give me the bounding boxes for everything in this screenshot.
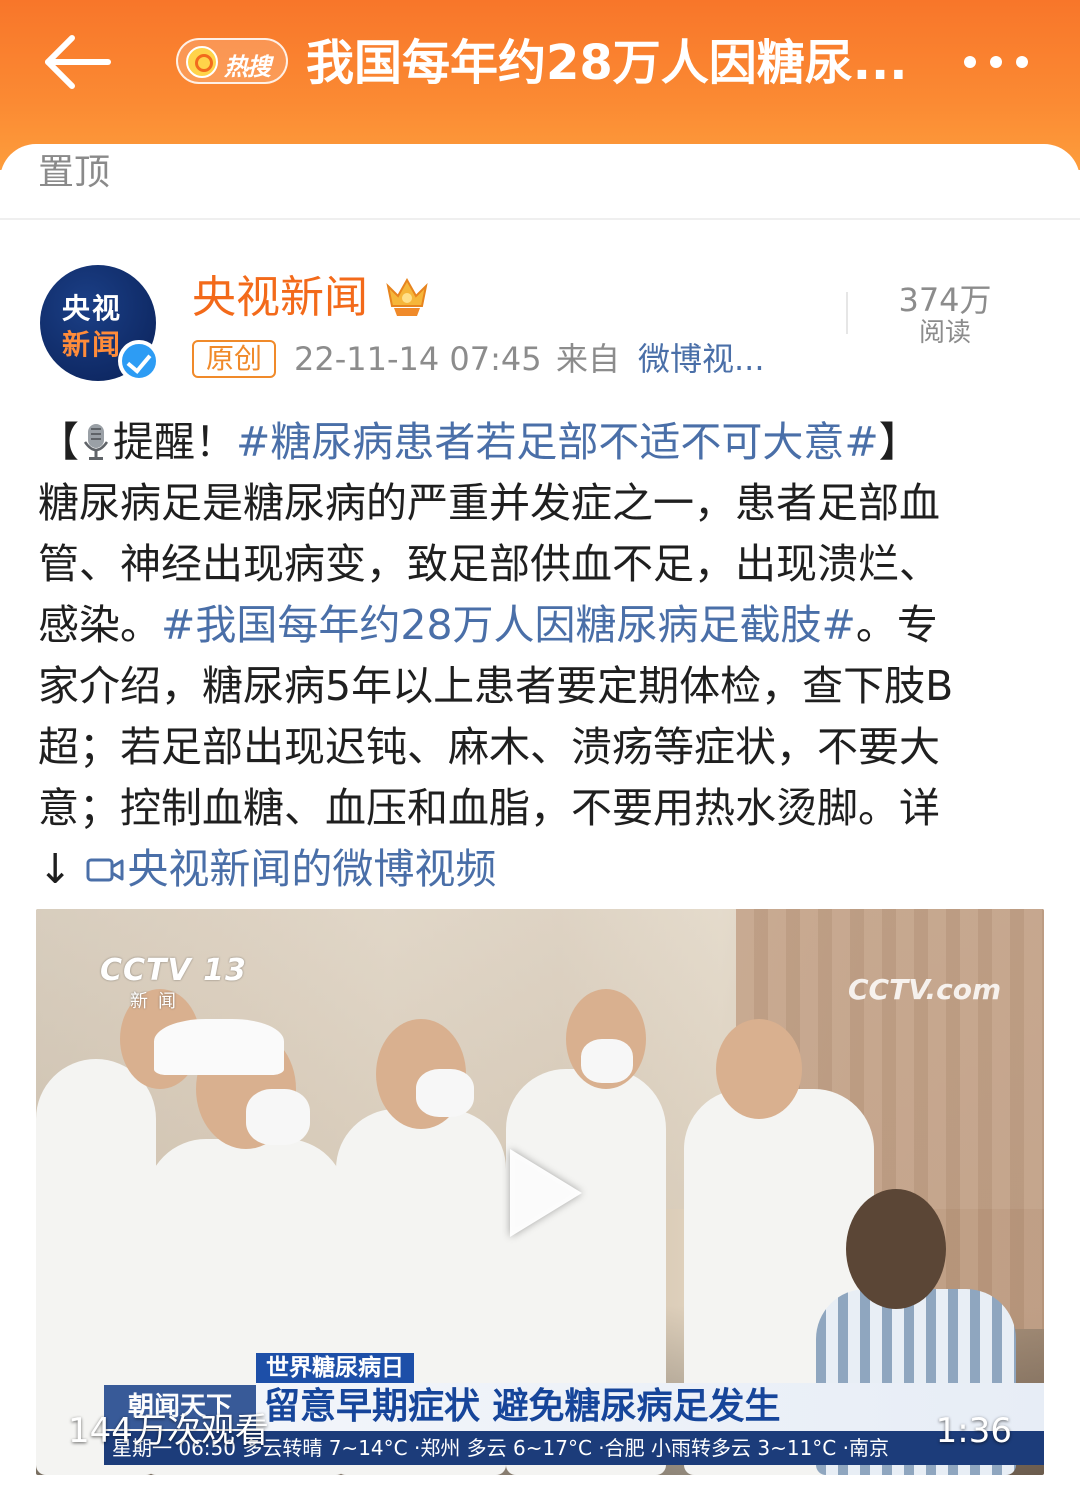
arrow-left-icon <box>45 35 111 89</box>
play-icon[interactable] <box>510 1149 582 1237</box>
down-arrow: ↓ <box>38 845 73 893</box>
verified-icon <box>118 340 160 382</box>
topic-link[interactable]: #我国每年约28万人因糖尿病足截肢# <box>161 601 856 649</box>
channel-name: 新闻 <box>130 991 186 1012</box>
post-line: 管、神经出现病变，致足部供血不足，出现溃烂、 <box>38 540 940 588</box>
post-text: 提醒！ <box>113 418 236 466</box>
original-tag: 原创 <box>192 340 276 378</box>
video-frame <box>416 1069 474 1117</box>
video-frame <box>154 1019 284 1075</box>
post-line: 意；控制血糖、血压和血脂，不要用热水烫脚。详 <box>38 784 940 832</box>
video-frame <box>846 1189 946 1309</box>
news-headline: 留意早期症状 避免糖尿病足发生 <box>264 1386 781 1427</box>
post-line: 糖尿病足是糖尿病的严重并发症之一，患者足部血 <box>38 479 940 527</box>
post-line: ↓ 央视新闻的微博视频 <box>38 839 1048 900</box>
video-frame <box>716 1019 802 1119</box>
hot-search-badge[interactable]: 热搜 <box>176 38 288 84</box>
topic-link[interactable]: #糖尿病患者若足部不适不可大意# <box>236 418 879 466</box>
dot-icon <box>990 56 1002 68</box>
pinned-section: 置顶 <box>0 144 1080 220</box>
dot-icon <box>964 56 976 68</box>
back-button[interactable] <box>38 30 118 94</box>
post-line: 超；若足部出现迟钝、麻木、溃疡等症状，不要大 <box>38 723 940 771</box>
bracket: 】 <box>878 418 920 466</box>
divider <box>0 218 1080 220</box>
channel-logo: CCTV 13 <box>100 953 247 988</box>
video-link[interactable]: 央视新闻的微博视频 <box>85 845 496 893</box>
post-line: 感染。#我国每年约28万人因糖尿病足截肢#。专 <box>38 595 1048 656</box>
post-body: 【提醒！#糖尿病患者若足部不适不可大意#】 糖尿病足是糖尿病的严重并发症之一，患… <box>38 412 1048 900</box>
watermark: CCTV.com <box>848 973 1002 1006</box>
from-label: 来自 <box>556 340 621 378</box>
post-text: 感染。 <box>38 601 161 649</box>
view-count: 144万次观看 <box>68 1411 269 1451</box>
author-name[interactable]: 央视新闻 <box>192 270 368 326</box>
post-line: 【提醒！#糖尿病患者若足部不适不可大意#】 <box>38 412 1048 473</box>
video-link-text: 央视新闻的微博视频 <box>127 845 497 893</box>
video-duration: 1:36 <box>935 1411 1012 1451</box>
post-text: 。专 <box>855 601 938 649</box>
page-title: 我国每年约28万人因糖尿... <box>306 35 908 91</box>
video-camera-icon <box>86 858 124 882</box>
divider <box>846 292 848 334</box>
hot-search-label: 热搜 <box>224 53 271 81</box>
news-tag: 世界糖尿病日 <box>256 1353 414 1383</box>
dot-icon <box>1016 56 1028 68</box>
avatar-text: 央视 <box>62 292 123 325</box>
more-options-button[interactable] <box>964 46 1044 78</box>
crown-icon[interactable] <box>384 276 430 318</box>
video-frame <box>246 1089 310 1145</box>
read-count: 374万 <box>898 281 992 319</box>
bracket: 【 <box>38 418 79 466</box>
video-frame <box>581 1039 633 1083</box>
post-line: 家介绍，糖尿病5年以上患者要定期体检，查下肢B <box>38 662 954 710</box>
microphone-icon <box>83 424 109 460</box>
avatar-text: 新闻 <box>62 328 123 361</box>
post-source-link[interactable]: 微博视... <box>638 336 765 382</box>
pinned-label: 置顶 <box>38 152 111 193</box>
search-icon <box>186 46 218 78</box>
post-time: 22-11-14 07:45 <box>294 340 542 378</box>
read-label: 阅读 <box>918 318 971 348</box>
video-player[interactable]: CCTV 13 新闻 CCTV.com 世界糖尿病日 留意早期症状 避免糖尿病足… <box>36 909 1044 1475</box>
